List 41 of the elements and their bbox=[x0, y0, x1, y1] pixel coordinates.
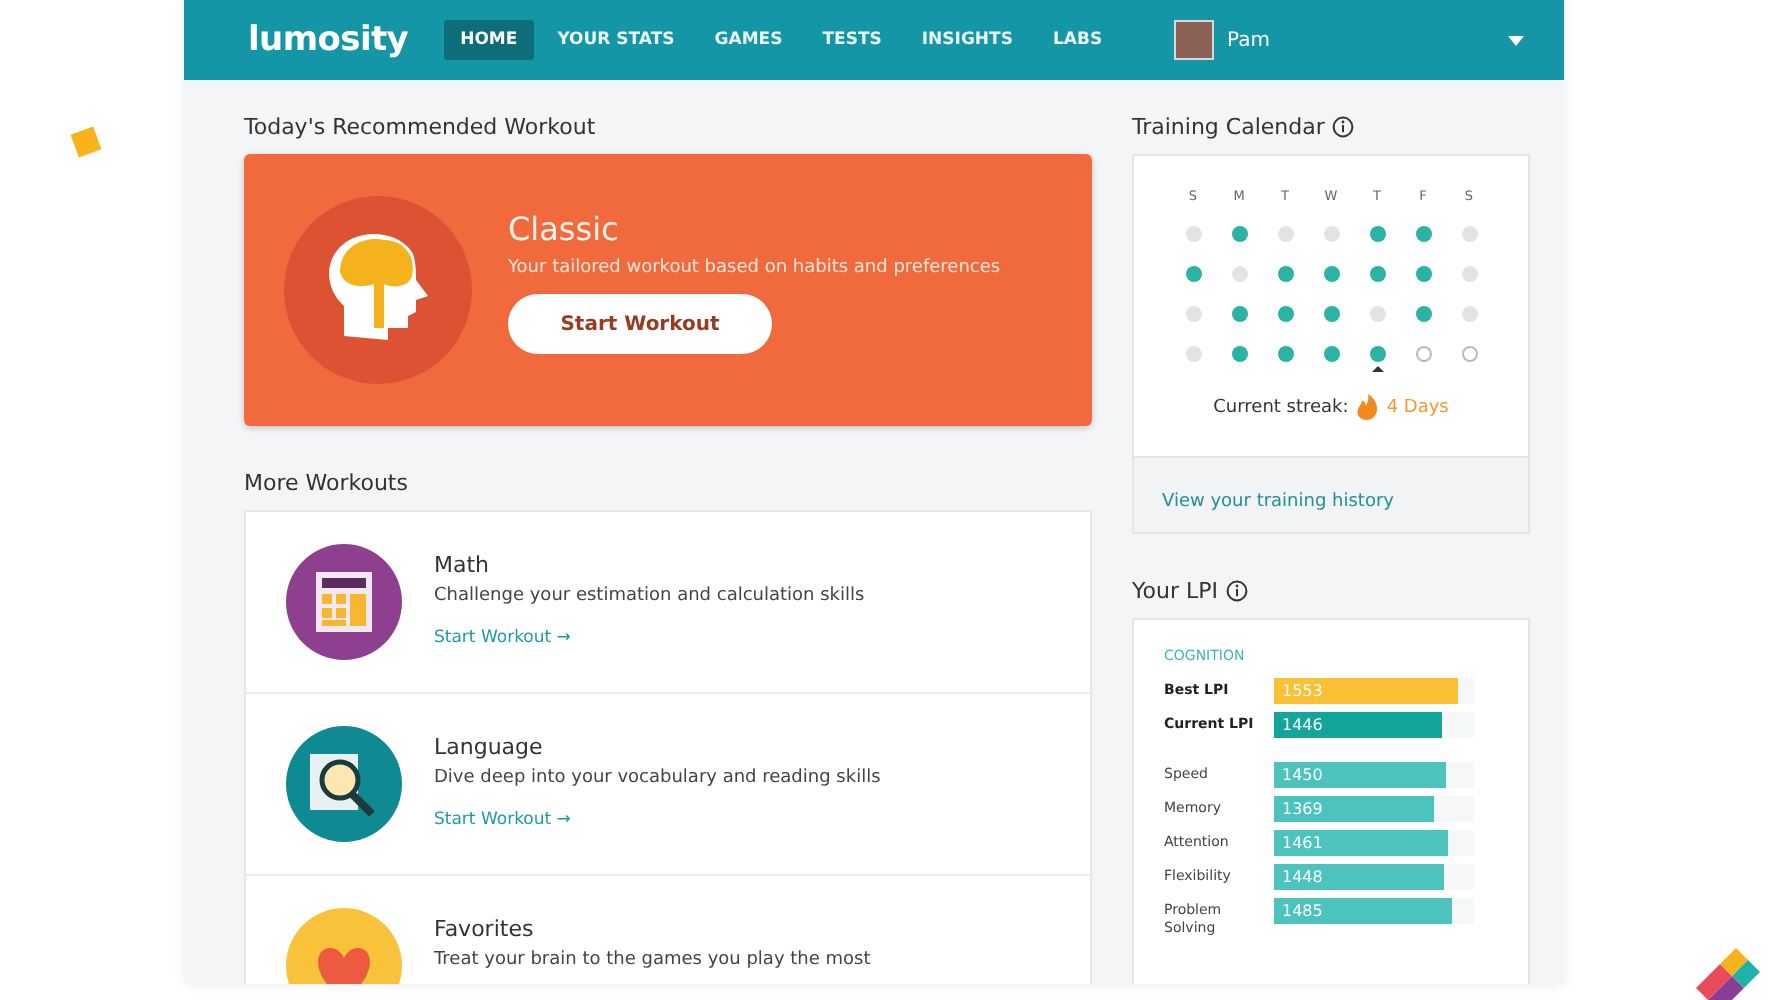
caret-icon[interactable] bbox=[1508, 35, 1524, 45]
workout-title: Favorites bbox=[434, 916, 536, 942]
section-heading: Training Calendar bbox=[1132, 114, 1325, 140]
section-heading: Your LPI bbox=[1132, 578, 1218, 604]
nav-tab[interactable]: INSIGHTS bbox=[905, 20, 1029, 60]
user-name[interactable]: Pam bbox=[1227, 29, 1270, 51]
score-bar: 1450 bbox=[1274, 762, 1446, 788]
streak-label: Current streak: bbox=[1213, 397, 1349, 417]
workout-title: Language bbox=[434, 734, 545, 760]
nav-tab[interactable]: YOUR STATS bbox=[541, 20, 691, 60]
logo[interactable]: lumosity bbox=[248, 20, 409, 60]
workout-description: Dive deep into your vocabulary and reading skills bbox=[434, 768, 881, 788]
workout-description: Your tailored workout based on habits and preferences bbox=[508, 258, 1001, 278]
score-bar: 1446 bbox=[1274, 712, 1442, 738]
section-heading: More Workouts bbox=[244, 470, 410, 496]
score-bar: 1553 bbox=[1274, 678, 1458, 704]
training-history-link[interactable]: View your training history bbox=[1162, 492, 1394, 512]
workout-title: Math bbox=[434, 552, 492, 578]
nav-tab[interactable]: HOME bbox=[444, 20, 534, 60]
nav-tab[interactable]: GAMES bbox=[698, 20, 799, 60]
workout-description: Treat your brain to the games you play the most bbox=[434, 950, 871, 970]
start-workout-link[interactable]: Start Workout → bbox=[434, 628, 571, 648]
streak-value: 4 Days bbox=[1386, 397, 1449, 417]
start-workout-link[interactable]: Start Workout → bbox=[434, 810, 571, 830]
info-icon bbox=[1226, 580, 1248, 602]
score-bar: 1485 bbox=[1274, 898, 1452, 924]
workout-description: Challenge your estimation and calculation skills bbox=[434, 586, 865, 606]
score-bar: 1461 bbox=[1274, 830, 1448, 856]
nav-tab[interactable]: LABS bbox=[1036, 20, 1119, 60]
workout-title: Classic bbox=[508, 210, 621, 248]
section-heading: Today's Recommended Workout bbox=[244, 114, 598, 140]
score-bar: 1448 bbox=[1274, 864, 1444, 890]
avatar-photo[interactable] bbox=[1173, 20, 1214, 60]
magnifier-icon bbox=[286, 726, 402, 842]
calculator-icon bbox=[286, 544, 402, 660]
flame-icon bbox=[1356, 394, 1379, 420]
info-icon bbox=[1332, 116, 1355, 138]
nav-tab[interactable]: TESTS bbox=[806, 20, 898, 60]
start-workout-button[interactable]: Start Workout bbox=[508, 294, 772, 354]
score-bar: 1369 bbox=[1274, 796, 1434, 822]
head-icon bbox=[284, 196, 472, 384]
